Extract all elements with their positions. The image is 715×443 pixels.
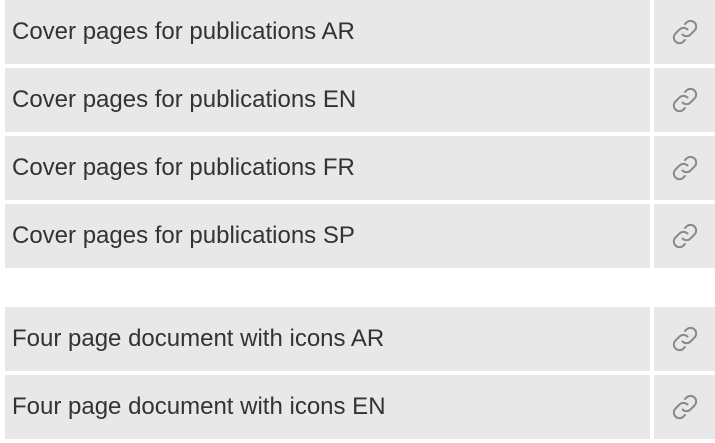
list-item-label[interactable]: Cover pages for publications AR (5, 0, 650, 64)
list-item: Cover pages for publications FR (5, 136, 715, 200)
link-button[interactable] (654, 307, 715, 371)
link-icon (672, 155, 697, 181)
list-item: Cover pages for publications AR (5, 0, 715, 64)
link-icon (672, 326, 697, 352)
link-button[interactable] (654, 375, 715, 439)
list-item: Four page document with icons EN (5, 375, 715, 439)
list-item-label[interactable]: Cover pages for publications FR (5, 136, 650, 200)
list-item: Cover pages for publications SP (5, 204, 715, 268)
link-icon (672, 87, 697, 113)
list-item-label[interactable]: Four page document with icons EN (5, 375, 650, 439)
link-button[interactable] (654, 136, 715, 200)
link-icon (672, 19, 697, 45)
list-item: Four page document with icons AR (5, 307, 715, 371)
link-button[interactable] (654, 68, 715, 132)
list-item-label[interactable]: Cover pages for publications EN (5, 68, 650, 132)
link-icon (672, 394, 697, 420)
list-item: Cover pages for publications EN (5, 68, 715, 132)
link-button[interactable] (654, 0, 715, 64)
link-button[interactable] (654, 204, 715, 268)
publication-cover-pages-list: Cover pages for publications AR Cover pa… (5, 0, 715, 272)
four-page-document-list: Four page document with icons AR Four pa… (5, 307, 715, 443)
list-item-label[interactable]: Four page document with icons AR (5, 307, 650, 371)
list-item-label[interactable]: Cover pages for publications SP (5, 204, 650, 268)
link-icon (672, 223, 697, 249)
